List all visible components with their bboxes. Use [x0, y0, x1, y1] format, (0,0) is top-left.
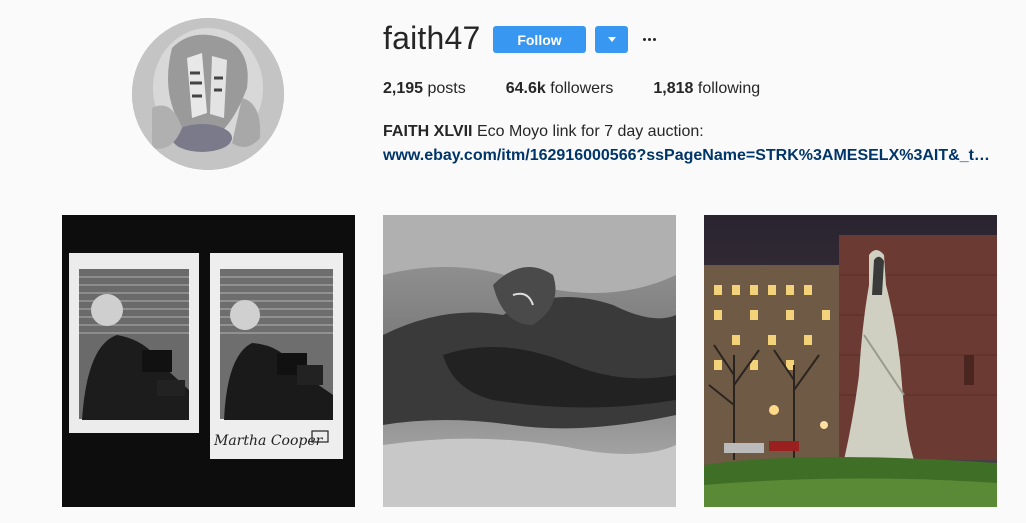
bio-line: FAITH XLVII Eco Moyo link for 7 day auct… — [383, 120, 1003, 144]
post-image-blurred-figure — [383, 215, 676, 507]
follow-button[interactable]: Follow — [493, 26, 586, 53]
more-options-icon — [642, 38, 646, 41]
avatar-image — [132, 18, 284, 170]
post-image-polaroids: Martha Cooper — [62, 215, 355, 507]
posts-count: 2,195 — [383, 80, 424, 97]
following-label: following — [697, 80, 761, 97]
more-options-icon-dot — [652, 38, 656, 41]
followers-stat[interactable]: 64.6k followers — [506, 78, 614, 100]
followers-count: 64.6k — [505, 80, 546, 97]
profile-username: faith47 — [383, 20, 481, 56]
bio-link[interactable]: www.ebay.com/itm/162916000566?ssPageName… — [383, 144, 993, 168]
post-thumbnail[interactable] — [704, 215, 997, 507]
profile-stats: 2,195 posts 64.6k followers 1,818 follow… — [383, 78, 800, 100]
bio-full-name: FAITH XLVII — [383, 123, 473, 140]
profile-page: faith47 Follow 2,195 posts 64.6k followe… — [0, 0, 1026, 523]
post-image-mural — [704, 215, 997, 507]
chevron-down-icon — [607, 37, 616, 42]
more-options-button[interactable] — [638, 26, 660, 53]
following-count: 1,818 — [653, 80, 694, 97]
posts-stat: 2,195 posts — [383, 78, 466, 100]
followers-label: followers — [550, 80, 614, 97]
post-thumbnail[interactable] — [383, 215, 676, 507]
suggestions-dropdown-button[interactable] — [595, 26, 628, 53]
more-options-icon-dot — [647, 38, 651, 41]
handwriting-caption: Martha Cooper — [213, 433, 324, 449]
profile-bio: FAITH XLVII Eco Moyo link for 7 day auct… — [383, 120, 1003, 168]
post-thumbnail[interactable]: Martha Cooper — [62, 215, 355, 507]
following-stat[interactable]: 1,818 following — [653, 78, 760, 100]
bio-text: Eco Moyo link for 7 day auction: — [476, 123, 704, 140]
profile-avatar[interactable] — [132, 18, 284, 170]
posts-label: posts — [427, 80, 466, 97]
